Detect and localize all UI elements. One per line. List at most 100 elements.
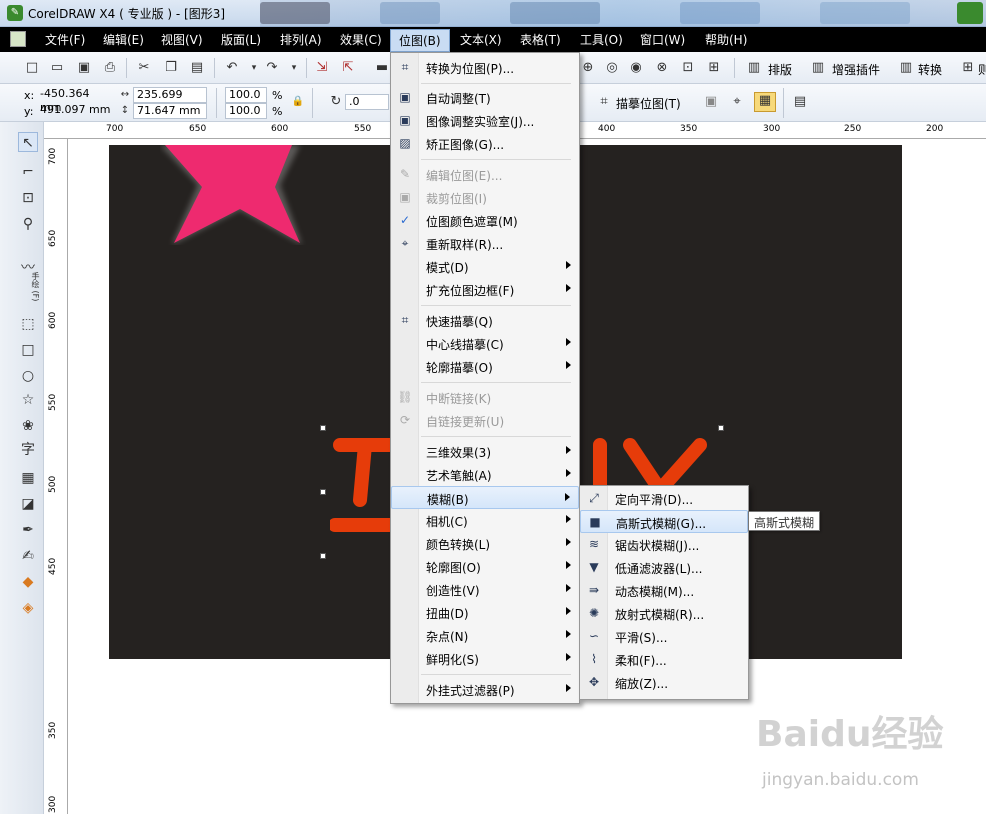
menu-window[interactable]: 窗口(W) (640, 31, 685, 48)
submenu-item-motion-blur[interactable]: ⇛ 动态模糊(M)... (580, 579, 748, 602)
x-position-field[interactable]: -450.364 mm (37, 87, 111, 114)
menu-tools[interactable]: 工具(O) (580, 31, 623, 48)
menu-item-distort[interactable]: 扭曲(D) (391, 601, 579, 624)
submenu-item-zoom[interactable]: ✥ 缩放(Z)... (580, 671, 748, 694)
rectangle-tool-icon[interactable]: □ (18, 340, 38, 360)
menu-item-3d-effects[interactable]: 三维效果(3) (391, 440, 579, 463)
zoom-selected-icon[interactable]: ◉ (628, 60, 644, 76)
menu-item-inflate-bitmap[interactable]: 扩充位图边框(F) (391, 278, 579, 301)
trace-bitmap-button[interactable]: 描摹位图(T) (616, 95, 681, 112)
menu-item-resample[interactable]: ⌖ 重新取样(R)... (391, 232, 579, 255)
vertical-ruler[interactable]: 700 650 600 550 500 450 350 300 (44, 139, 68, 814)
submenu-item-radial-blur[interactable]: ✺ 放射式模糊(R)... (580, 602, 748, 625)
scale-x-field[interactable]: 100.0 (225, 87, 267, 103)
menu-item-art-strokes[interactable]: 艺术笔触(A) (391, 463, 579, 486)
extra-plugin-icon[interactable]: ⊞ (960, 60, 976, 76)
open-icon[interactable]: ▭ (49, 60, 65, 76)
submenu-item-low-pass[interactable]: ▼ 低通滤波器(L)... (580, 556, 748, 579)
layout-plugin-button[interactable]: 排版 (768, 61, 792, 78)
menu-item-creative[interactable]: 创造性(V) (391, 578, 579, 601)
import-icon[interactable]: ⇲ (314, 60, 330, 76)
menu-edit[interactable]: 编辑(E) (103, 31, 144, 48)
selection-handle[interactable] (718, 425, 724, 431)
menu-item-quick-trace[interactable]: ⌗ 快速描摹(Q) (391, 309, 579, 332)
resample-toolbar-icon[interactable]: ⌖ (729, 94, 745, 110)
menu-item-centerline-trace[interactable]: 中心线描摹(C) (391, 332, 579, 355)
new-document-icon[interactable]: □ (24, 60, 40, 76)
ellipse-tool-icon[interactable]: ○ (18, 366, 38, 386)
menu-item-contour[interactable]: 轮廓图(O) (391, 555, 579, 578)
minimize-button[interactable] (957, 2, 983, 24)
cut-icon[interactable]: ✂ (136, 60, 152, 76)
width-field[interactable]: 235.699 mm (133, 87, 207, 115)
table-tool-icon[interactable]: ▦ (18, 468, 38, 488)
menu-item-sharpen[interactable]: 鲜明化(S) (391, 647, 579, 670)
menu-item-edit-bitmap[interactable]: ✎ 编辑位图(E)... (391, 163, 579, 186)
coreldraw-app-icon[interactable]: ✎ (7, 5, 23, 21)
y-position-field[interactable]: 491.097 mm (37, 103, 111, 119)
selection-handle[interactable] (320, 489, 326, 495)
enhance-plugin-icon[interactable]: ▥ (810, 60, 826, 76)
smart-fill-tool-icon[interactable]: ⬚ (18, 314, 38, 334)
selection-handle[interactable] (320, 425, 326, 431)
undo-icon[interactable]: ↶ (224, 60, 240, 76)
outline-tool-icon[interactable]: ✍ (18, 546, 38, 566)
convert-plugin-button[interactable]: 转换 (918, 61, 942, 78)
zoom-width-icon[interactable]: ⊞ (706, 60, 722, 76)
height-field[interactable]: 71.647 mm (133, 103, 207, 119)
lock-ratio-icon[interactable]: 🔒 (290, 94, 306, 110)
convert-plugin-icon[interactable]: ▥ (898, 60, 914, 76)
eyedropper-tool-icon[interactable]: ✒ (18, 520, 38, 540)
application-launcher-icon[interactable]: ▬ (374, 60, 390, 76)
undo-dropdown-icon[interactable]: ▾ (246, 60, 262, 76)
text-tool-icon[interactable]: 字 (18, 440, 38, 460)
interactive-blend-tool-icon[interactable]: ◪ (18, 494, 38, 514)
zoom-icon[interactable]: ◎ (604, 60, 620, 76)
submenu-item-soften[interactable]: ⌇ 柔和(F)... (580, 648, 748, 671)
menu-item-color-transform[interactable]: 颜色转换(L) (391, 532, 579, 555)
crop-tool-icon[interactable]: ⊡ (18, 188, 38, 208)
interactive-fill-tool-icon[interactable]: ◈ (18, 598, 38, 618)
menu-item-break-link[interactable]: ⛓ 中断链接(K) (391, 386, 579, 409)
submenu-item-smooth[interactable]: ∽ 平滑(S)... (580, 625, 748, 648)
basic-shapes-tool-icon[interactable]: ❀ (18, 416, 38, 436)
menu-item-mode[interactable]: 模式(D) (391, 255, 579, 278)
zoom-all-icon[interactable]: ⊗ (654, 60, 670, 76)
menu-item-crop-bitmap[interactable]: ▣ 裁剪位图(I) (391, 186, 579, 209)
menu-text[interactable]: 文本(X) (460, 31, 502, 48)
menu-item-noise[interactable]: 杂点(N) (391, 624, 579, 647)
pink-star-shape[interactable] (160, 145, 320, 245)
zoom-page-icon[interactable]: ⊡ (680, 60, 696, 76)
menu-arrange[interactable]: 排列(A) (280, 31, 322, 48)
save-icon[interactable]: ▣ (76, 60, 92, 76)
enhance-plugin-button[interactable]: 增强插件 (832, 61, 880, 78)
fill-tool-icon[interactable]: ◆ (18, 572, 38, 592)
menu-help[interactable]: 帮助(H) (705, 31, 747, 48)
trace-bitmap-icon[interactable]: ⌗ (596, 94, 612, 110)
zoom-tool-icon[interactable]: ⚲ (18, 214, 38, 234)
menu-item-auto-adjust[interactable]: ▣ 自动调整(T) (391, 86, 579, 109)
menu-bitmaps[interactable]: 位图(B) (390, 29, 450, 52)
rotation-field[interactable]: .0 (345, 94, 389, 110)
polygon-tool-icon[interactable]: ☆ (18, 390, 38, 410)
zoom-in-icon[interactable]: ⊕ (580, 60, 596, 76)
shape-tool-icon[interactable]: ⌐ (18, 162, 38, 182)
submenu-item-gaussian-blur[interactable]: ■ 高斯式模糊(G)... (580, 510, 748, 533)
menu-layout[interactable]: 版面(L) (221, 31, 261, 48)
menu-item-outline-trace[interactable]: 轮廓描摹(O) (391, 355, 579, 378)
paste-icon[interactable]: ▤ (189, 60, 205, 76)
selection-handle[interactable] (320, 553, 326, 559)
menu-item-update-from-link[interactable]: ⟳ 自链接更新(U) (391, 409, 579, 432)
scale-y-field[interactable]: 100.0 (225, 103, 267, 119)
copy-icon[interactable]: ❐ (163, 60, 179, 76)
extra-plugin-button[interactable]: 则 (978, 61, 986, 78)
menu-item-convert-to-bitmap[interactable]: ⌗ 转换为位图(P)... (391, 56, 579, 79)
menu-item-straighten-image[interactable]: ▨ 矫正图像(G)... (391, 132, 579, 155)
export-icon[interactable]: ⇱ (340, 60, 356, 76)
menu-effects[interactable]: 效果(C) (340, 31, 382, 48)
menu-file[interactable]: 文件(F) (45, 31, 85, 48)
redo-dropdown-icon[interactable]: ▾ (286, 60, 302, 76)
menu-table[interactable]: 表格(T) (520, 31, 561, 48)
print-icon[interactable]: ⎙ (102, 60, 118, 76)
menu-item-plug-ins[interactable]: 外挂式过滤器(P) (391, 678, 579, 701)
